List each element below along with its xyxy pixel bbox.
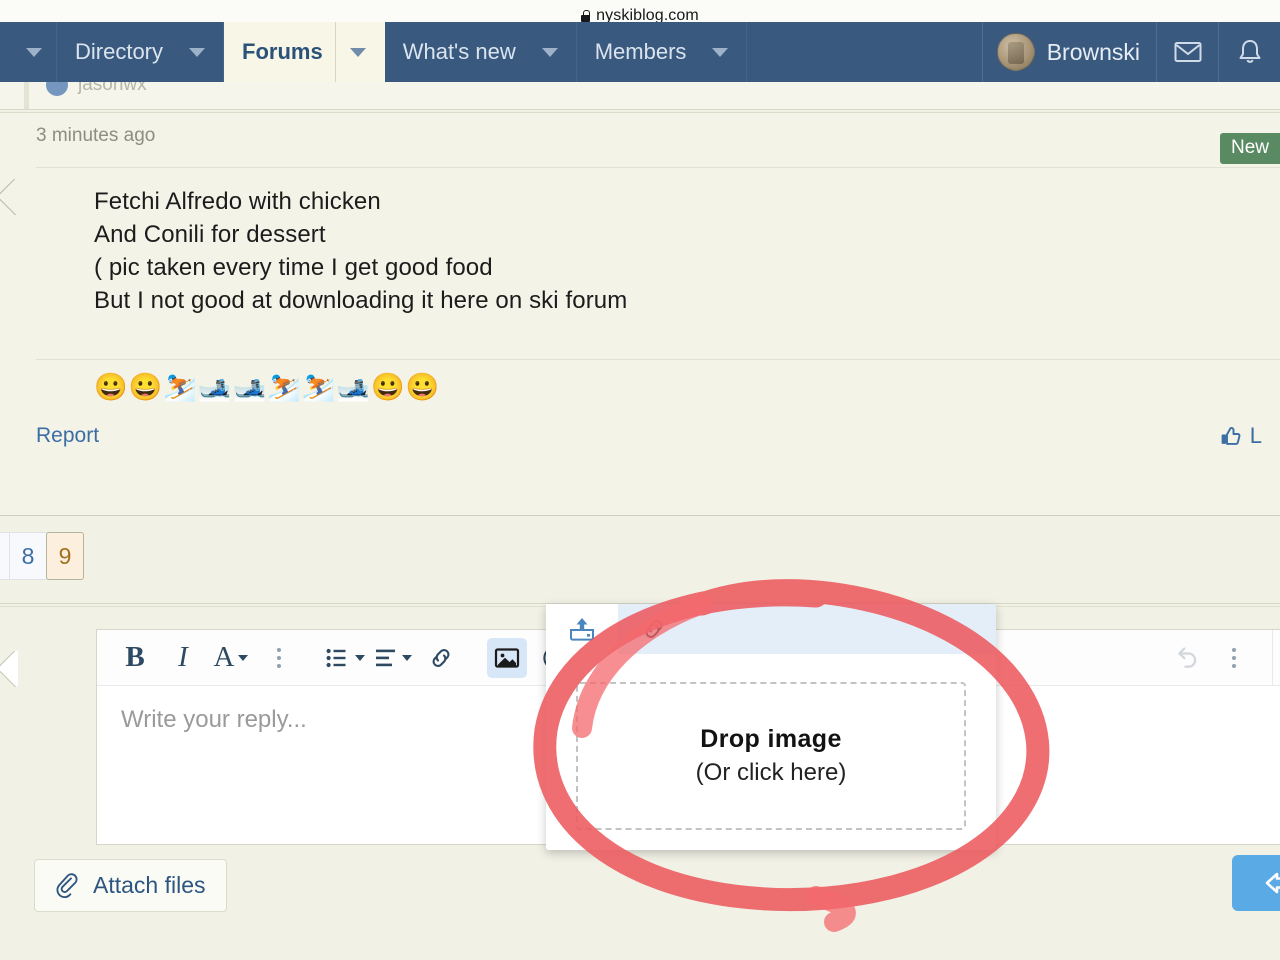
username-label: Brownski <box>1046 38 1140 65</box>
post-reply-button[interactable] <box>1232 855 1280 911</box>
dropzone-subtitle: (Or click here) <box>695 759 847 786</box>
like-button[interactable]: L <box>1219 423 1262 449</box>
link-icon <box>432 648 450 667</box>
bulleted-list-icon <box>326 648 345 667</box>
nav-item-whats-new-label: What's new <box>402 39 516 64</box>
post-timestamp[interactable]: 3 minutes ago <box>36 125 155 146</box>
post-line: But I not good at downloading it here on… <box>94 287 628 314</box>
image-dropzone[interactable]: Drop image (Or click here) <box>576 682 966 830</box>
post-message: Fetchi Alfredo with chicken And Conili f… <box>94 185 1240 317</box>
undo-button[interactable] <box>1166 638 1206 678</box>
italic-button[interactable]: I <box>163 638 203 678</box>
link-button[interactable] <box>421 638 461 678</box>
dropzone-title: Drop image <box>700 725 842 753</box>
divider <box>36 167 1280 168</box>
pagination: 7 8 9 <box>0 532 84 580</box>
lock-icon <box>581 10 591 22</box>
nav-item-forums[interactable]: Forums <box>224 22 385 82</box>
font-size-button[interactable]: A <box>211 638 251 678</box>
inbox-button[interactable] <box>1156 22 1218 82</box>
url-container[interactable]: nyskiblog.com <box>581 7 699 22</box>
align-text-icon <box>375 649 395 666</box>
post-signature: 😀😀⛷️🎿🎿⛷️⛷️🎿😀😀 <box>36 359 1280 401</box>
bold-button[interactable]: B <box>115 638 155 678</box>
post-pointer <box>0 179 18 215</box>
editor-pointer <box>0 651 18 687</box>
nav-item-members[interactable]: Members <box>577 22 748 82</box>
envelope-icon <box>1174 42 1201 62</box>
post-side-rail <box>24 82 29 109</box>
vertical-dots-icon <box>1232 647 1236 668</box>
breadcrumb: Off-Topic <box>0 926 1280 960</box>
nav-item-members-label: Members <box>594 39 687 64</box>
insert-image-button[interactable] <box>487 637 527 678</box>
post: 3 minutes ago New Fetchi Alfredo with ch… <box>0 112 1280 516</box>
editor-options-button[interactable] <box>1214 638 1254 678</box>
nav-item-whats-new[interactable]: What's new <box>385 22 577 82</box>
upload-icon <box>570 618 594 641</box>
font-size-glyph: A <box>213 641 235 673</box>
screen: nyskiblog.com Directory Forums What's ne… <box>0 0 1280 960</box>
divider <box>1272 629 1273 686</box>
pagination-strip: 7 8 9 <box>0 518 1280 604</box>
bell-icon <box>1239 40 1260 63</box>
text-more-button[interactable] <box>259 638 299 678</box>
chevron-down-icon[interactable] <box>12 22 42 82</box>
toolbar-right-group <box>1162 629 1273 686</box>
like-label: L <box>1249 423 1262 448</box>
list-button[interactable] <box>325 638 365 678</box>
page-button-current[interactable]: 9 <box>46 532 84 580</box>
chevron-down-icon <box>238 654 249 661</box>
emoji-string: 😀😀⛷️🎿🎿⛷️⛷️🎿😀😀 <box>94 372 441 402</box>
attach-row: Attach files <box>34 859 227 912</box>
chevron-down-icon[interactable] <box>698 22 729 82</box>
user-menu[interactable]: Brownski <box>981 22 1156 82</box>
dropdown-tabs <box>546 604 996 654</box>
undo-icon <box>1178 646 1197 668</box>
chevron-down-icon[interactable] <box>528 22 558 82</box>
chevron-down-icon <box>354 654 365 661</box>
nav-item-forums-label: Forums <box>242 39 323 64</box>
arrow-left-icon <box>1265 872 1280 894</box>
link-icon <box>645 620 663 638</box>
chevron-down-icon <box>401 654 412 661</box>
attach-files-label: Attach files <box>93 872 206 898</box>
url-text: nyskiblog.com <box>596 7 699 22</box>
chevron-down-icon[interactable] <box>334 22 366 82</box>
vertical-dots-icon <box>277 647 281 668</box>
chevron-down-icon[interactable] <box>175 22 206 82</box>
image-icon <box>494 647 520 668</box>
post-header: 3 minutes ago New <box>36 125 1280 169</box>
paperclip-icon <box>56 872 78 898</box>
post-line: And Conili for dessert <box>94 221 326 248</box>
image-upload-dropdown: Drop image (Or click here) <box>546 604 996 850</box>
alerts-button[interactable] <box>1218 22 1280 82</box>
site-navigation: Directory Forums What's new Members Brow… <box>0 22 1280 82</box>
nav-item-directory[interactable]: Directory <box>57 22 225 82</box>
upload-tab[interactable] <box>546 604 618 654</box>
report-link[interactable]: Report <box>36 424 99 448</box>
nav-item-clipped[interactable] <box>0 22 57 82</box>
page-button[interactable]: 8 <box>9 532 47 580</box>
thumbs-up-icon <box>1221 427 1241 445</box>
post-line: ( pic taken every time I get good food <box>94 254 493 281</box>
link-tab[interactable] <box>618 604 690 654</box>
post-line: Fetchi Alfredo with chicken <box>94 188 381 215</box>
browser-address-bar[interactable]: nyskiblog.com <box>0 0 1280 22</box>
previous-post-strip: jasonwx <box>0 74 1280 110</box>
status-badge: New <box>1219 133 1280 164</box>
align-button[interactable] <box>373 638 413 678</box>
attach-files-button[interactable]: Attach files <box>34 859 227 912</box>
post-actions: Report L <box>36 423 1262 449</box>
nav-item-directory-label: Directory <box>75 39 164 64</box>
avatar <box>996 33 1035 71</box>
